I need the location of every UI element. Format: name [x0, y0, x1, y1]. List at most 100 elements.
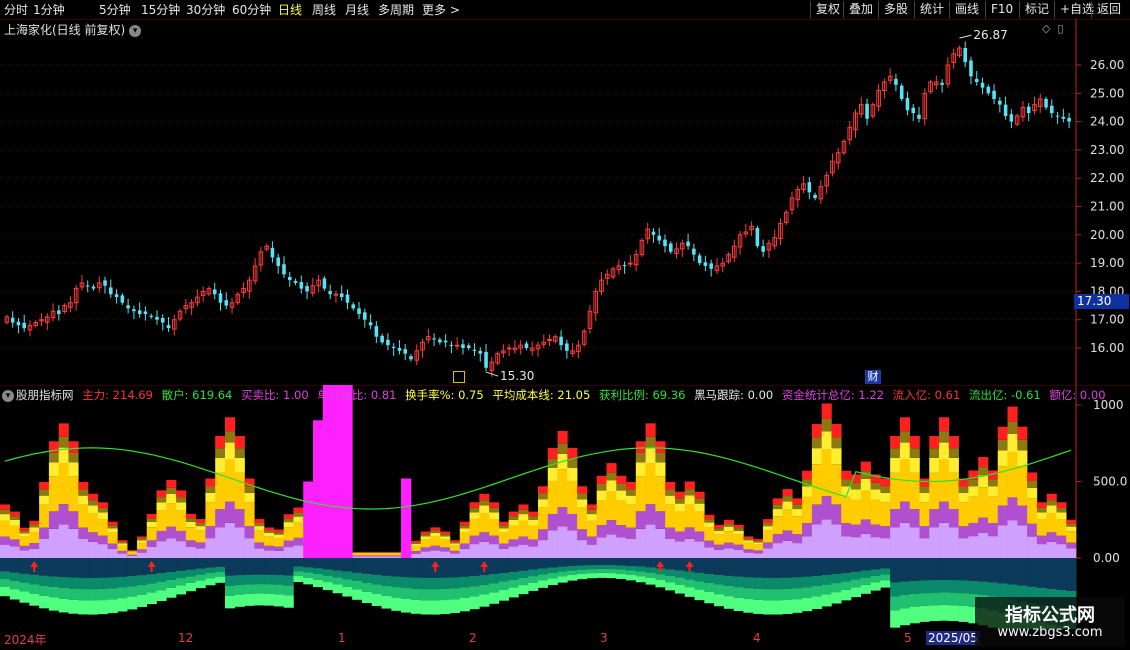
period-tab-daily[interactable]: 日线: [278, 2, 302, 18]
fund-flow-bar: [674, 531, 686, 542]
fund-flow-bar: [273, 534, 284, 539]
fund-flow-bar: [68, 511, 79, 529]
overlay-button[interactable]: 叠加: [843, 1, 873, 18]
retail-flow-bar: [762, 600, 774, 615]
fund-flow-bar: [518, 509, 529, 515]
fund-flow-bar: [420, 534, 431, 537]
fund-flow-bar: [1027, 536, 1038, 558]
period-tab-monthly[interactable]: 月线: [345, 2, 369, 18]
candle-body: [894, 78, 898, 85]
fund-flow-bar: [352, 555, 363, 557]
period-tab-5min[interactable]: 5分钟: [99, 2, 131, 18]
f10-button[interactable]: F10: [985, 1, 1013, 18]
diamond-icon[interactable]: ◇: [1042, 22, 1050, 35]
fund-flow-bar: [1066, 523, 1077, 527]
mark-button[interactable]: 标记: [1019, 1, 1049, 18]
candle-body: [547, 339, 552, 342]
adjust-button[interactable]: 复权: [810, 1, 840, 18]
date-label: 1: [338, 631, 346, 645]
watermark-title: 指标公式网: [1005, 605, 1095, 626]
retail-flow-bar: [332, 570, 343, 578]
fund-flow-bar: [1056, 519, 1067, 536]
fund-flow-bar: [117, 540, 128, 543]
back-button[interactable]: 返回: [1091, 1, 1121, 18]
fund-flow-bar: [958, 486, 969, 493]
chevron-down-icon[interactable]: ▾: [2, 389, 14, 402]
period-tab-multi[interactable]: 多周期: [378, 2, 414, 18]
retail-flow-bar: [567, 574, 578, 581]
finance-badge[interactable]: 财: [865, 370, 881, 384]
retail-flow-bar: [479, 584, 490, 595]
fund-flow-bar: [107, 543, 118, 549]
fund-flow-bar: [802, 496, 813, 524]
period-tab-more[interactable]: 更多 >: [422, 2, 460, 18]
fund-flow-bar: [586, 509, 597, 515]
fund-flow-bar: [802, 470, 813, 480]
candle-body: [628, 262, 633, 265]
add-watchlist-button[interactable]: +自选: [1054, 1, 1094, 18]
fund-flow-bar: [596, 537, 607, 558]
fund-flow-bar: [264, 536, 275, 546]
fund-flow-bar: [205, 526, 216, 539]
fund-flow-bar: [381, 553, 392, 556]
retail-flow-bar: [0, 558, 11, 572]
multi-stock-button[interactable]: 多股: [878, 1, 908, 18]
candle-body: [143, 311, 148, 315]
indicator-chart[interactable]: 200015001000500.00.00: [0, 385, 1130, 629]
fund-flow-bar: [939, 431, 950, 443]
fund-flow-bar: [88, 500, 99, 506]
fund-flow-bar: [890, 472, 901, 510]
statistics-button[interactable]: 统计: [914, 1, 944, 18]
period-tab-15min[interactable]: 15分钟: [141, 2, 180, 18]
fund-flow-bar: [978, 532, 989, 558]
fund-flow-bar: [185, 518, 196, 522]
fund-flow-bar: [948, 435, 959, 449]
fund-flow-bar: [909, 448, 920, 458]
retail-flow-bar: [919, 580, 930, 594]
fund-flow-bar: [890, 448, 901, 458]
retail-flow-bar: [391, 576, 402, 588]
period-toolbar: 分时 1分钟 5分钟 15分钟 30分钟 60分钟 日线 周线 月线 多周期 更…: [0, 0, 1130, 20]
retail-flow-bar: [1046, 558, 1057, 589]
fund-flow-bar: [410, 542, 421, 544]
low-point-marker-icon[interactable]: [453, 371, 465, 383]
candle-body: [305, 286, 309, 292]
period-tab-fenshi[interactable]: 分时: [4, 2, 28, 18]
fund-flow-bar: [753, 550, 764, 554]
fund-flow-bar: [381, 556, 392, 558]
fund-flow-bar: [273, 550, 284, 558]
fund-flow-bar: [586, 544, 597, 558]
fund-flow-bar: [293, 507, 304, 513]
chevron-down-icon[interactable]: ▾: [129, 24, 142, 37]
price-tick-label: 23.00: [1090, 143, 1124, 157]
fund-flow-bar: [811, 437, 822, 449]
candle-body: [980, 82, 985, 88]
draw-line-button[interactable]: 画线: [949, 1, 979, 18]
fund-flow-bar: [1046, 532, 1057, 542]
retail-flow-bar: [498, 572, 509, 582]
fund-flow-bar: [39, 489, 50, 496]
period-tab-60min[interactable]: 60分钟: [232, 2, 271, 18]
retail-flow-bar: [723, 585, 734, 597]
retail-flow-bar: [166, 579, 177, 588]
volume-ratio-spike: [342, 385, 353, 558]
date-label-selected[interactable]: 2025/05: [926, 631, 980, 645]
fund-flow-bar: [782, 496, 793, 502]
fund-flow-bar: [723, 542, 734, 549]
retail-flow-bar: [401, 577, 412, 589]
indicator-name[interactable]: 股朋指标网: [16, 388, 74, 402]
volume-ratio-spike: [303, 481, 314, 558]
window-toggle-icon[interactable]: ▯: [1057, 22, 1063, 35]
retail-flow-bar: [401, 588, 412, 599]
candlestick-chart[interactable]: 16.0017.0018.0019.0020.0021.0022.0023.00…: [0, 19, 1130, 385]
period-tab-weekly[interactable]: 周线: [312, 2, 336, 18]
fund-flow-bar: [244, 502, 255, 527]
stock-title[interactable]: 上海家化(日线 前复权) ▾: [4, 21, 142, 38]
period-tab-30min[interactable]: 30分钟: [186, 2, 225, 18]
fund-flow-bar: [254, 542, 265, 549]
retail-flow-bar: [704, 591, 715, 604]
period-tab-1min[interactable]: 1分钟: [33, 2, 65, 18]
retail-flow-bar: [978, 581, 989, 596]
fund-flow-bar: [244, 492, 255, 503]
retail-flow-bar: [234, 594, 245, 607]
